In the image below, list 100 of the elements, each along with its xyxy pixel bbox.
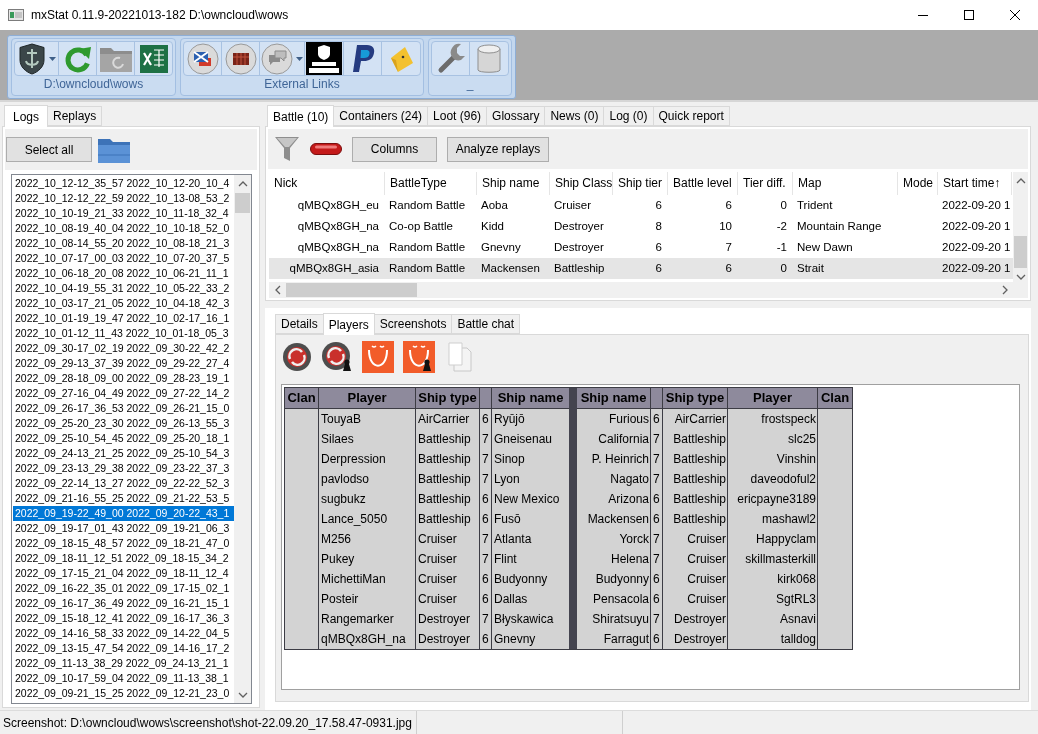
log-item[interactable]: 2022_10_01-19_19_47 2022_10_02-17_16_1	[13, 311, 234, 326]
toolbar-button[interactable]: Analyze replays	[447, 136, 549, 162]
tab[interactable]: Logs	[4, 105, 48, 127]
log-item[interactable]: 2022_10_06-18_20_08 2022_10_06-21_11_1	[13, 266, 234, 281]
table-row[interactable]: qMBQx8GH_na Co-op Battle Kidd Destroyer 8 10 -2 Mountain Range 2022-09-20 1	[269, 216, 1013, 237]
tab[interactable]: Battle chat	[451, 314, 521, 334]
select-all-button[interactable]: Select all	[6, 137, 92, 162]
column-header[interactable]: Ship name	[477, 172, 550, 195]
log-item[interactable]: 2022_10_10-19_21_33 2022_10_11-18_32_4	[13, 206, 234, 221]
log-item[interactable]: 2022_09_17-15_21_04 2022_09_18-11_12_4	[13, 566, 234, 581]
scroll-down-icon[interactable]	[237, 691, 248, 698]
tab[interactable]: Screenshots	[373, 314, 453, 334]
log-item[interactable]: 2022_09_16-22_35_01 2022_09_17-15_02_1	[13, 581, 234, 596]
tab[interactable]: Players	[322, 313, 375, 335]
table-cell-text: 7	[481, 471, 490, 488]
log-item[interactable]: 2022_09_19-17_01_43 2022_09_19-21_06_3	[13, 521, 234, 536]
column-header[interactable]: Map	[793, 172, 898, 195]
log-item[interactable]: 2022_09_25-10_54_45 2022_09_25-20_18_1	[13, 431, 234, 446]
log-item[interactable]: 2022_10_12-12_35_57 2022_10_12-20_10_4	[13, 176, 234, 191]
scroll-down-icon[interactable]	[1015, 273, 1026, 280]
table-cell-text: Silaes	[320, 431, 355, 448]
scroll-thumb[interactable]	[235, 193, 250, 213]
log-item[interactable]: 2022_09_21-16_55_25 2022_09_21-22_53_5	[13, 491, 234, 506]
log-item[interactable]: 2022_09_22-14_13_27 2022_09_22-22_52_3	[13, 476, 234, 491]
table-cell-text: qMBQx8GH_eu	[296, 198, 380, 213]
log-item[interactable]: 2022_09_26-17_36_53 2022_09_26-21_15_0	[13, 401, 234, 416]
tab[interactable]: Quick report	[652, 106, 730, 126]
log-item[interactable]: 2022_10_08-19_40_04 2022_10_10-18_52_0	[13, 221, 234, 236]
scroll-up-icon[interactable]	[237, 180, 248, 187]
log-item[interactable]: 2022_09_09-21_15_25 2022_09_12-21_23_0	[13, 686, 234, 701]
log-item[interactable]: 2022_10_04-19_55_31 2022_10_05-22_33_2	[13, 281, 234, 296]
table-row[interactable]: qMBQx8GH_asia Random Battle Mackensen Battleship 6 6 0 Strait 2022-09-20 1	[269, 258, 1013, 279]
table-row[interactable]: qMBQx8GH_eu Random Battle Aoba Cruiser 6 6 0 Trident 2022-09-20 1	[269, 195, 1013, 216]
vertical-scrollbar[interactable]	[1013, 172, 1028, 282]
log-item[interactable]: 2022_09_23-13_29_38 2022_09_23-22_37_3	[13, 461, 234, 476]
horizontal-scrollbar[interactable]	[269, 282, 1028, 298]
table-cell-text: Happyclam	[754, 531, 817, 548]
tab[interactable]: Glossary	[486, 106, 546, 126]
log-item[interactable]: 2022_09_14-16_58_33 2022_09_14-22_04_5	[13, 626, 234, 641]
tab[interactable]: Battle (10)	[267, 105, 335, 127]
pill-icon[interactable]	[310, 143, 342, 155]
log-item[interactable]: 2022_09_11-13_38_29 2022_09_24-13_21_1	[13, 656, 234, 671]
log-item[interactable]: 2022_10_07-17_00_03 2022_10_07-20_37_5	[13, 251, 234, 266]
scroll-left-icon[interactable]	[274, 285, 281, 295]
shield-icon[interactable]	[17, 42, 46, 75]
scroll-thumb[interactable]	[286, 283, 417, 297]
scroll-right-icon[interactable]	[1001, 285, 1008, 295]
tab[interactable]: Containers (24)	[333, 106, 429, 126]
caret-icon[interactable]	[48, 56, 56, 61]
log-item[interactable]: 2022_09_18-15_48_57 2022_09_18-21_47_0	[13, 536, 234, 551]
log-item[interactable]: 2022_10_03-17_21_05 2022_10_04-18_42_3	[13, 296, 234, 311]
log-item[interactable]: 2022_09_24-13_21_25 2022_09_25-10_54_3	[13, 446, 234, 461]
log-item[interactable]: 2022_10_12-12_22_59 2022_10_13-08_53_2	[13, 191, 234, 206]
vertical-scrollbar[interactable]	[234, 175, 251, 703]
log-item[interactable]: 2022_10_01-12_11_43 2022_10_01-18_05_3	[13, 326, 234, 341]
log-item[interactable]: 2022_09_25-20_23_30 2022_09_26-13_55_3	[13, 416, 234, 431]
smiley-figure-icon[interactable]	[403, 341, 435, 373]
disc-arrows-figure-icon[interactable]	[321, 341, 353, 373]
log-item[interactable]: 2022_09_18-11_12_51 2022_09_18-15_34_2	[13, 551, 234, 566]
toolbar-button[interactable]: Columns	[352, 136, 437, 162]
column-header[interactable]: Mode	[898, 172, 938, 195]
tab[interactable]: News (0)	[544, 106, 605, 126]
log-item[interactable]: 2022_09_28-18_09_00 2022_09_28-23_19_1	[13, 371, 234, 386]
caret-icon[interactable]	[296, 56, 303, 61]
column-header[interactable]: Battle level	[668, 172, 738, 195]
table-cell-text: AirCarrier	[417, 411, 471, 428]
log-item[interactable]: 2022_09_10-17_59_04 2022_09_11-13_38_1	[13, 671, 234, 686]
maximize-icon[interactable]	[964, 10, 974, 20]
smiley-icon[interactable]	[362, 341, 394, 373]
table-cell-text: pavlodso	[320, 471, 371, 488]
table-cell-text: 6	[481, 511, 490, 528]
log-item[interactable]: 2022_09_19-22_49_00 2022_09_20-22_43_1	[13, 506, 234, 521]
column-header[interactable]: Ship Class	[550, 172, 613, 195]
table-cell-text: Vinshin	[775, 451, 817, 468]
table-cell-text: Asnavi	[778, 611, 817, 628]
log-item[interactable]: 2022_09_29-13_37_39 2022_09_29-22_27_4	[13, 356, 234, 371]
tab[interactable]: Replays	[47, 106, 103, 126]
scroll-thumb[interactable]	[1014, 236, 1027, 268]
table-row[interactable]: qMBQx8GH_na Random Battle Gnevny Destroyer 6 7 -1 New Dawn 2022-09-20 1	[269, 237, 1013, 258]
log-item[interactable]: 2022_09_15-18_12_41 2022_09_16-17_36_3	[13, 611, 234, 626]
tab[interactable]: Loot (96)	[427, 106, 488, 126]
column-header[interactable]: Ship tier	[613, 172, 668, 195]
column-header[interactable]: Nick	[269, 172, 385, 195]
column-header[interactable]: Tier diff.	[738, 172, 793, 195]
log-item[interactable]: 2022_09_13-15_47_54 2022_09_14-16_17_2	[13, 641, 234, 656]
column-header[interactable]: BattleType	[385, 172, 477, 195]
scroll-up-icon[interactable]	[1015, 177, 1026, 184]
table-cell-text: M256	[320, 531, 353, 548]
column-header: Clan	[819, 389, 851, 407]
column-header[interactable]: Start time↑	[938, 172, 1012, 195]
tab[interactable]: Details	[275, 314, 324, 334]
table-cell-text: SgtRL3	[774, 591, 817, 608]
log-item[interactable]: 2022_09_30-17_02_19 2022_09_30-22_42_2	[13, 341, 234, 356]
filter-icon[interactable]	[274, 135, 300, 163]
close-icon[interactable]	[1010, 10, 1020, 20]
log-item[interactable]: 2022_09_16-17_36_49 2022_09_16-21_15_1	[13, 596, 234, 611]
log-item[interactable]: 2022_09_27-16_04_49 2022_09_27-22_14_2	[13, 386, 234, 401]
log-item[interactable]: 2022_10_08-14_55_20 2022_10_08-18_21_3	[13, 236, 234, 251]
tab[interactable]: Log (0)	[603, 106, 654, 126]
disc-arrows-icon[interactable]	[282, 342, 312, 372]
